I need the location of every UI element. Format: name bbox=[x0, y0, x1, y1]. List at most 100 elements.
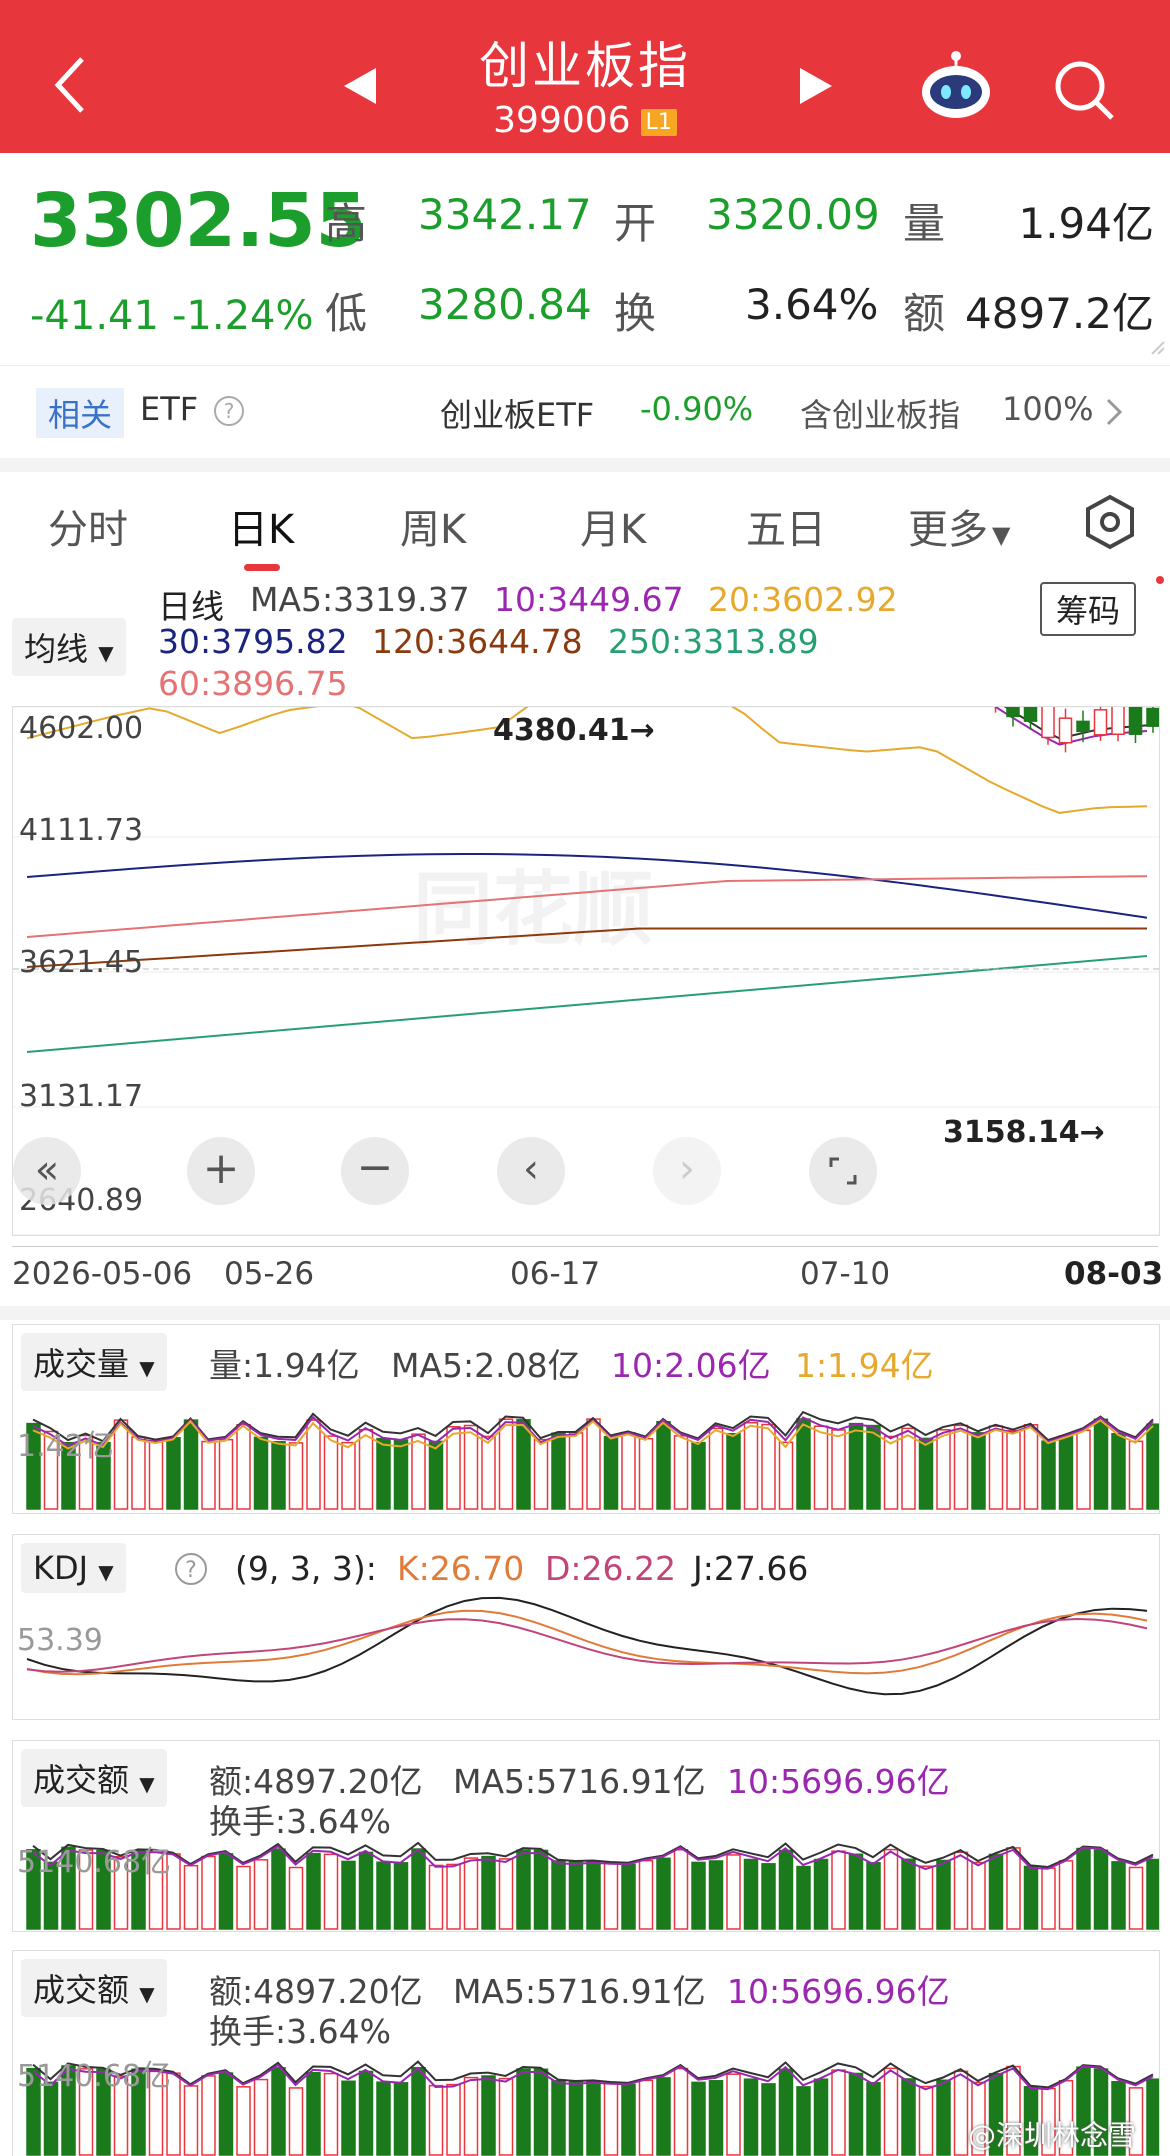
fullscreen-button[interactable] bbox=[809, 1137, 877, 1205]
bar bbox=[796, 2086, 811, 2156]
bar bbox=[1058, 1860, 1074, 1930]
expand-corner-icon[interactable] bbox=[1150, 340, 1166, 356]
kdj-selector[interactable]: KDJ ▼ bbox=[21, 1543, 126, 1593]
bar bbox=[638, 2079, 654, 2156]
ma-selector[interactable]: 均线 ▼ bbox=[12, 618, 126, 676]
bar bbox=[516, 2068, 531, 2156]
volume-1: 1:1.94亿 bbox=[795, 1346, 934, 1385]
ma60-legend: 60:3896.75 bbox=[158, 664, 348, 703]
zoom-out-button[interactable]: − bbox=[341, 1137, 409, 1205]
bar bbox=[568, 2081, 584, 2156]
bar bbox=[568, 1861, 584, 1930]
svg-text:?: ? bbox=[224, 399, 235, 423]
bar bbox=[1023, 1424, 1039, 1510]
kline-panel: 同花顺 4602.00 4111.73 3621.45 3131.17 2640… bbox=[12, 706, 1160, 1236]
bar bbox=[603, 1862, 619, 1930]
last-price: 3302.55 bbox=[30, 178, 368, 264]
bar bbox=[726, 1432, 741, 1510]
bar bbox=[376, 1437, 391, 1510]
bar bbox=[533, 1849, 549, 1930]
bar bbox=[341, 2080, 356, 2156]
robot-assistant-icon[interactable] bbox=[916, 50, 996, 122]
bar bbox=[148, 1439, 164, 1510]
bar bbox=[306, 1419, 321, 1510]
turnover-label: 换 bbox=[614, 289, 657, 338]
tab-five-day[interactable]: 五日 bbox=[746, 497, 826, 555]
candle-body bbox=[1146, 707, 1159, 727]
app-header: 创业板指 399006 L1 bbox=[0, 0, 1170, 153]
related-etf-row[interactable]: 相关 ETF ? 创业板ETF -0.90% 含创业板指 100% bbox=[0, 365, 1170, 472]
bar bbox=[883, 1848, 899, 1930]
bar bbox=[1093, 1849, 1109, 1930]
next-stock-icon[interactable] bbox=[796, 66, 836, 106]
turnover-sub: 换手:3.64% bbox=[209, 2012, 391, 2051]
tab-weekly-k[interactable]: 周K bbox=[400, 497, 466, 555]
amount-selector-label: 成交额 bbox=[33, 1761, 130, 1799]
bar bbox=[1146, 2078, 1159, 2156]
help-icon[interactable]: ? bbox=[173, 1551, 209, 1587]
bar bbox=[1023, 1865, 1039, 1930]
caret-down-icon: ▼ bbox=[992, 521, 1011, 549]
bar bbox=[306, 1852, 321, 1930]
bar bbox=[726, 1854, 741, 1930]
bar bbox=[586, 1418, 601, 1510]
bar bbox=[603, 1435, 619, 1510]
bar bbox=[883, 1435, 899, 1510]
candle-body bbox=[1058, 717, 1073, 744]
bar bbox=[778, 1441, 794, 1510]
bar bbox=[218, 2072, 234, 2156]
bar bbox=[183, 1419, 199, 1510]
bar bbox=[708, 2080, 724, 2156]
gap-bar bbox=[0, 1306, 1170, 1320]
settings-hexagon-icon[interactable] bbox=[1082, 494, 1138, 550]
search-icon[interactable] bbox=[1052, 58, 1116, 122]
candle-body bbox=[1093, 709, 1108, 736]
prev-candle-button[interactable]: ‹ bbox=[497, 1137, 565, 1205]
bar bbox=[446, 2083, 461, 2156]
bar bbox=[743, 1858, 759, 1930]
bar bbox=[1006, 1847, 1021, 1930]
chips-button-label: 筹码 bbox=[1056, 592, 1121, 630]
bar bbox=[201, 1440, 216, 1510]
bar bbox=[306, 2071, 321, 2156]
bar bbox=[936, 2079, 951, 2156]
bar bbox=[813, 1425, 829, 1510]
y-label-2: 4111.73 bbox=[19, 813, 144, 848]
volume-selector[interactable]: 成交量 ▼ bbox=[21, 1333, 167, 1391]
bar bbox=[918, 1865, 934, 1930]
bar bbox=[428, 2084, 444, 2156]
amount-selector-2[interactable]: 成交额 ▼ bbox=[21, 1959, 167, 2017]
bar bbox=[1146, 1423, 1159, 1510]
next-candle-button[interactable]: › bbox=[653, 1137, 721, 1205]
caret-down-icon: ▼ bbox=[139, 1982, 155, 2006]
zoom-in-button[interactable]: + bbox=[187, 1137, 255, 1205]
y-label-1: 4602.00 bbox=[19, 711, 144, 746]
bar bbox=[446, 1426, 461, 1510]
tab-monthly-k[interactable]: 月K bbox=[580, 497, 646, 555]
chevron-right-icon[interactable] bbox=[1104, 396, 1124, 428]
bar bbox=[323, 1435, 339, 1510]
bar bbox=[708, 1427, 724, 1510]
scroll-left-button[interactable]: « bbox=[13, 1137, 81, 1205]
kline-chart: 同花顺 bbox=[13, 707, 1159, 1235]
tab-daily-k[interactable]: 日K bbox=[228, 497, 294, 555]
turnover-sub: 换手:3.64% bbox=[209, 1802, 391, 1841]
ma20-legend: 20:3602.92 bbox=[708, 580, 898, 619]
bar bbox=[498, 2077, 514, 2156]
tab-more[interactable]: 更多 ▼ bbox=[908, 497, 1010, 555]
date-label-2: 05-26 bbox=[224, 1256, 315, 1292]
bar bbox=[918, 1437, 934, 1510]
kdj-k: K:26.70 bbox=[397, 1549, 525, 1588]
tab-timeshare[interactable]: 分时 bbox=[48, 497, 128, 555]
bar bbox=[901, 2078, 916, 2156]
bar bbox=[708, 1860, 724, 1930]
bar bbox=[673, 2067, 689, 2156]
chips-button[interactable]: 筹码 bbox=[1040, 582, 1137, 636]
bar bbox=[656, 1420, 671, 1510]
bar bbox=[218, 1853, 234, 1930]
bar bbox=[866, 1424, 881, 1510]
kdj-j: J:27.66 bbox=[693, 1549, 809, 1588]
help-icon[interactable]: ? bbox=[212, 394, 246, 428]
bar bbox=[183, 1864, 199, 1930]
amount-selector-1[interactable]: 成交额 ▼ bbox=[21, 1749, 167, 1807]
